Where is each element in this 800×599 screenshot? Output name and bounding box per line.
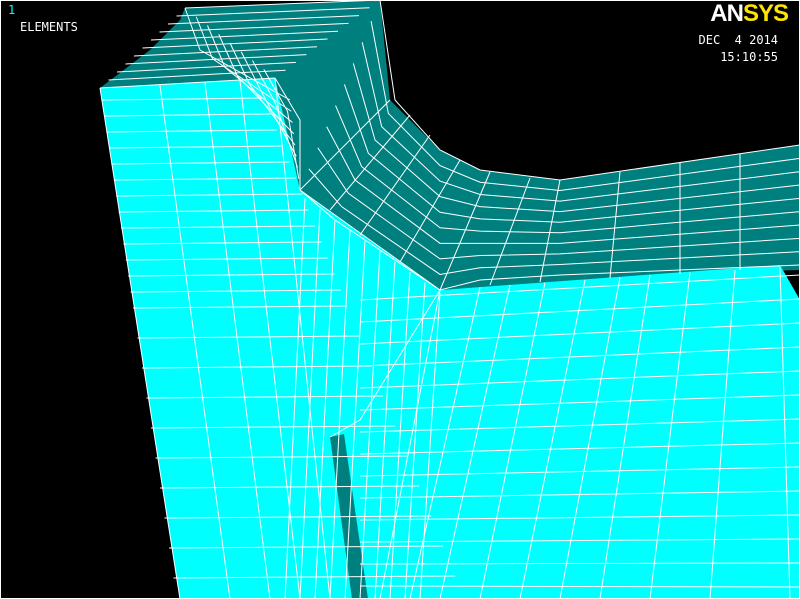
ansys-logo: ANSYS xyxy=(710,0,789,28)
window-number: 1 xyxy=(8,3,16,17)
logo-an: AN xyxy=(710,0,744,27)
plot-date: DEC 4 2014 xyxy=(698,33,778,47)
plot-time: 15:10:55 xyxy=(720,50,778,64)
logo-sys: SYS xyxy=(742,0,789,27)
plot-type-label: ELEMENTS xyxy=(20,20,78,34)
fe-mesh-plot[interactable] xyxy=(0,0,800,599)
graphics-viewport[interactable]: 1 ELEMENTS ANSYS DEC 4 2014 15:10:55 xyxy=(0,0,800,599)
